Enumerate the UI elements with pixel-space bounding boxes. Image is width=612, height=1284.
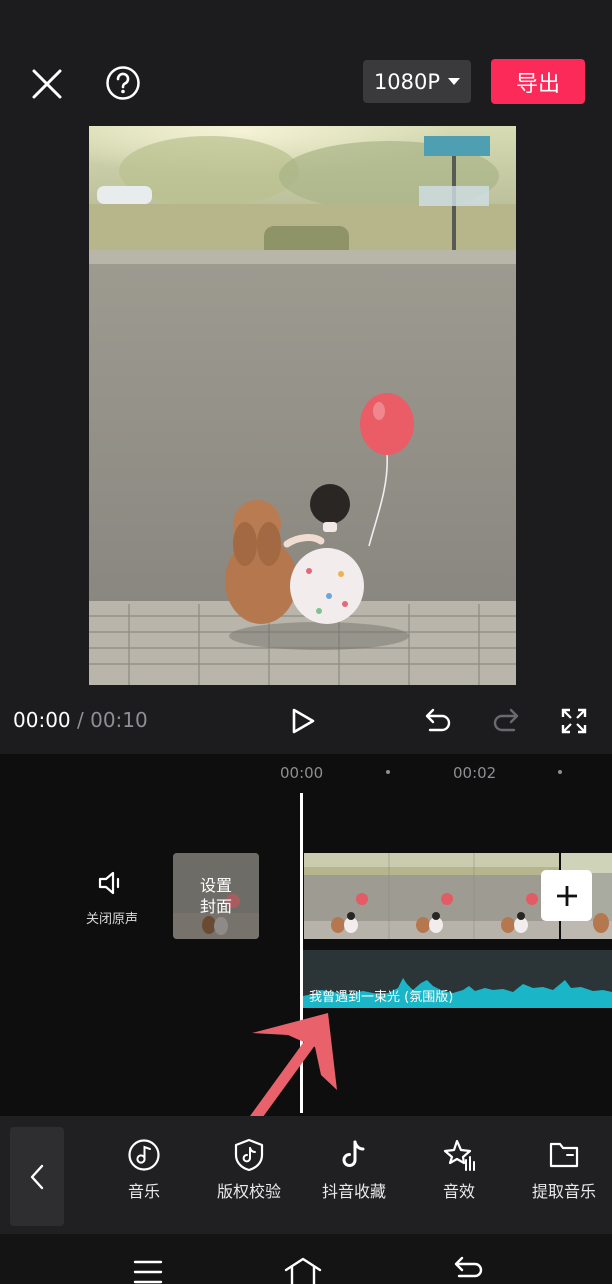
total-time: 00:10 [90,708,148,732]
fullscreen-button[interactable] [555,702,593,740]
plus-icon [556,885,577,906]
tool-extract-music[interactable]: 提取音乐 [516,1138,612,1202]
clip-thumbnails [304,853,559,939]
system-back-button[interactable] [446,1254,486,1284]
current-time: 00:00 [13,708,71,732]
tool-sound-effects[interactable]: 音效 [411,1138,507,1202]
tool-music[interactable]: 音乐 [96,1138,192,1202]
add-clip-button[interactable] [541,870,592,921]
back-arrow-icon [454,1256,483,1278]
close-button[interactable] [26,63,68,105]
preview-image [89,126,516,685]
tool-label: 提取音乐 [531,1182,596,1201]
tick-dot [558,770,562,774]
play-icon [292,708,315,734]
music-note-icon [128,1139,160,1171]
tool-label: 音效 [442,1182,475,1201]
chevron-left-icon [30,1164,44,1189]
shield-tiktok-icon [234,1138,264,1172]
set-cover-button[interactable]: 设置 封面 [173,853,259,939]
play-button[interactable] [284,702,322,740]
tick-label: 00:02 [453,764,497,782]
fullscreen-icon [561,708,587,734]
redo-icon [493,708,519,732]
menu-icon [133,1260,163,1284]
recent-apps-button[interactable] [128,1254,168,1284]
audio-track-name: 我曾遇到一束光 (氛围版) [309,990,454,1005]
folder-icon [549,1142,579,1168]
video-preview[interactable] [89,126,516,685]
mute-original-button[interactable] [93,866,129,900]
tool-copyright-check[interactable]: 版权校验 [201,1138,297,1202]
tiktok-icon [342,1140,365,1167]
resolution-label: 1080P [373,69,441,94]
back-button[interactable] [10,1127,64,1226]
set-cover-label: 设置 封面 [199,876,232,916]
redo-button[interactable] [488,702,526,740]
time-separator: / [70,708,91,732]
tool-douyin-favorites[interactable]: 抖音收藏 [306,1138,402,1202]
tool-label: 版权校验 [216,1182,281,1201]
tick-label: 00:00 [280,764,324,782]
export-button[interactable]: 导出 [491,59,585,104]
home-icon [284,1257,322,1284]
caret-down-icon [448,77,461,85]
time-display: 00:00 / 00:10 [13,708,148,732]
tool-label: 抖音收藏 [321,1182,386,1201]
undo-button[interactable] [418,702,456,740]
video-clip[interactable] [304,853,559,939]
tick-dot [386,770,390,774]
help-button[interactable] [103,63,143,103]
speaker-icon [98,871,120,895]
close-icon [32,69,62,99]
mute-original-label: 关闭原声 [85,912,138,927]
tool-label: 音乐 [127,1182,160,1201]
star-sound-icon [443,1139,475,1171]
home-button[interactable] [282,1254,324,1284]
undo-icon [425,708,451,732]
resolution-dropdown[interactable]: 1080P [363,60,471,103]
help-icon [106,66,140,100]
